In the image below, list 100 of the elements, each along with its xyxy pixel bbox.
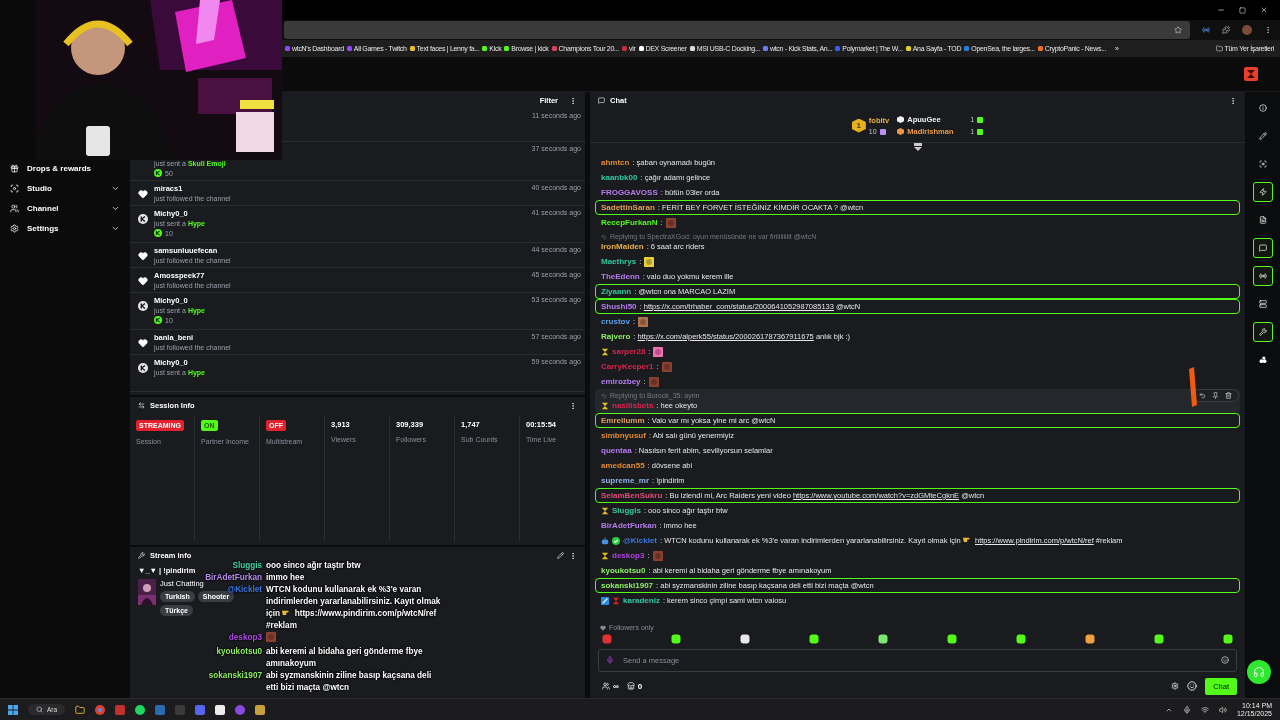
support-button[interactable] [1247,660,1271,684]
emote-icon[interactable] [947,634,957,644]
delete-button[interactable] [1225,392,1232,399]
music-icon[interactable] [135,704,146,715]
overlay-message: immo hee [266,572,306,584]
username[interactable]: FROGGAVOSS [601,188,658,197]
folder-icon [1215,45,1223,52]
username[interactable]: kaanbk00 [601,173,638,182]
username[interactable]: Emreilumm [601,416,645,425]
username[interactable]: karadeniz [623,596,660,605]
username[interactable]: sarper28 [612,347,646,356]
browser-icon[interactable] [95,704,106,715]
extension-icon[interactable] [1222,26,1230,34]
marker-drawing [1188,367,1198,407]
settings-icon[interactable] [1171,682,1180,690]
site-icon [835,46,841,51]
username[interactable]: RecepFurkanN [601,218,658,227]
emote-icon[interactable] [1016,634,1026,644]
folder-icon[interactable] [75,704,86,715]
kick-icon [138,301,148,311]
username[interactable]: sokanski1907 [601,581,654,590]
store-icon[interactable] [626,682,635,690]
emote-icon[interactable] [1085,634,1095,644]
site-icon [762,46,768,51]
username[interactable]: amedcan55 [601,461,645,470]
username[interactable]: supreme_mr [601,476,650,485]
coin-icon [154,169,162,177]
username[interactable]: deskop3 [612,551,645,560]
emote-icon[interactable] [1187,681,1198,691]
people-icon [10,203,19,213]
username[interactable]: kyoukotsu0 [601,566,646,575]
username[interactable]: simbnyusuf [601,431,646,440]
restore-icon [1239,6,1246,14]
username[interactable]: quentaa [601,446,632,455]
emote-icon[interactable] [809,634,819,644]
username[interactable]: emirozbey [601,377,641,386]
coin-icon [154,316,162,324]
broadcast-icon[interactable] [1202,26,1210,34]
heart-icon [138,276,148,286]
username[interactable]: CarryKeeper1 [601,362,654,371]
pencil-icon[interactable] [557,552,564,559]
menu-icon[interactable] [1264,26,1272,34]
rail-button[interactable] [1252,322,1273,342]
username[interactable]: @Kicklet [623,536,658,545]
rail-button[interactable] [1252,182,1273,202]
username[interactable]: TheEdenn [601,272,640,281]
emoji-icon[interactable] [1221,656,1229,664]
star-icon[interactable] [1174,26,1182,34]
nav-item[interactable]: Settings [10,220,120,236]
site-icon [964,46,970,51]
more-icon[interactable] [569,551,577,560]
emote-icon[interactable] [740,634,750,644]
pin-button[interactable] [1212,392,1219,399]
more-icon[interactable] [569,96,577,105]
rail-button[interactable] [1252,238,1273,258]
username[interactable]: ahmtcn [601,158,630,167]
username[interactable]: Shushi50 [601,302,637,311]
nav-item[interactable]: Studio [10,180,120,196]
app-icon[interactable] [215,704,226,715]
logo-icon[interactable] [1244,67,1258,81]
emote-icon[interactable] [671,634,681,644]
address-field[interactable] [284,21,1190,39]
network-icon[interactable] [1200,705,1209,714]
chat-icon [598,97,605,104]
arrows-icon [138,402,145,409]
site-icon [622,46,627,51]
username[interactable]: Sluggis [612,506,641,515]
nav-item[interactable]: Channel [10,200,120,216]
collapse-icon[interactable] [912,143,923,152]
username[interactable]: Ziyaann [601,287,632,296]
restore-button[interactable] [1239,6,1246,14]
site-icon [409,46,415,51]
username[interactable]: SelamBenSukru [601,491,663,500]
more-icon[interactable] [1229,96,1237,105]
reply-icon [601,392,607,399]
microphone-icon[interactable] [1182,705,1191,714]
more-icon[interactable] [569,401,577,410]
reply-button[interactable] [1199,392,1206,399]
username[interactable]: SadettinSaran [601,203,655,212]
reply-icon [1199,392,1206,399]
volume-icon[interactable] [1218,705,1227,714]
username[interactable]: Rajvero [601,332,631,341]
app-icon[interactable] [255,704,266,715]
windows-icon[interactable] [8,704,18,715]
username[interactable]: IronMaiden [601,242,644,251]
avatar-icon[interactable] [1242,25,1252,35]
username[interactable]: Maethrys [601,257,637,266]
emote-icon[interactable] [1154,634,1164,644]
close-button[interactable] [1260,6,1268,14]
username[interactable]: crustov [601,317,630,326]
emote-icon[interactable] [878,634,888,644]
site-icon [689,46,695,51]
close-icon [1260,6,1268,14]
server-icon [1258,300,1267,308]
emote-icon[interactable] [1223,634,1233,644]
heart-icon [600,624,606,631]
nav-item[interactable]: Drops & rewards [10,160,120,176]
shop-count: 0 [637,681,643,691]
username[interactable]: BirAdetFurkan [601,521,657,530]
rail-button[interactable] [1252,266,1273,286]
